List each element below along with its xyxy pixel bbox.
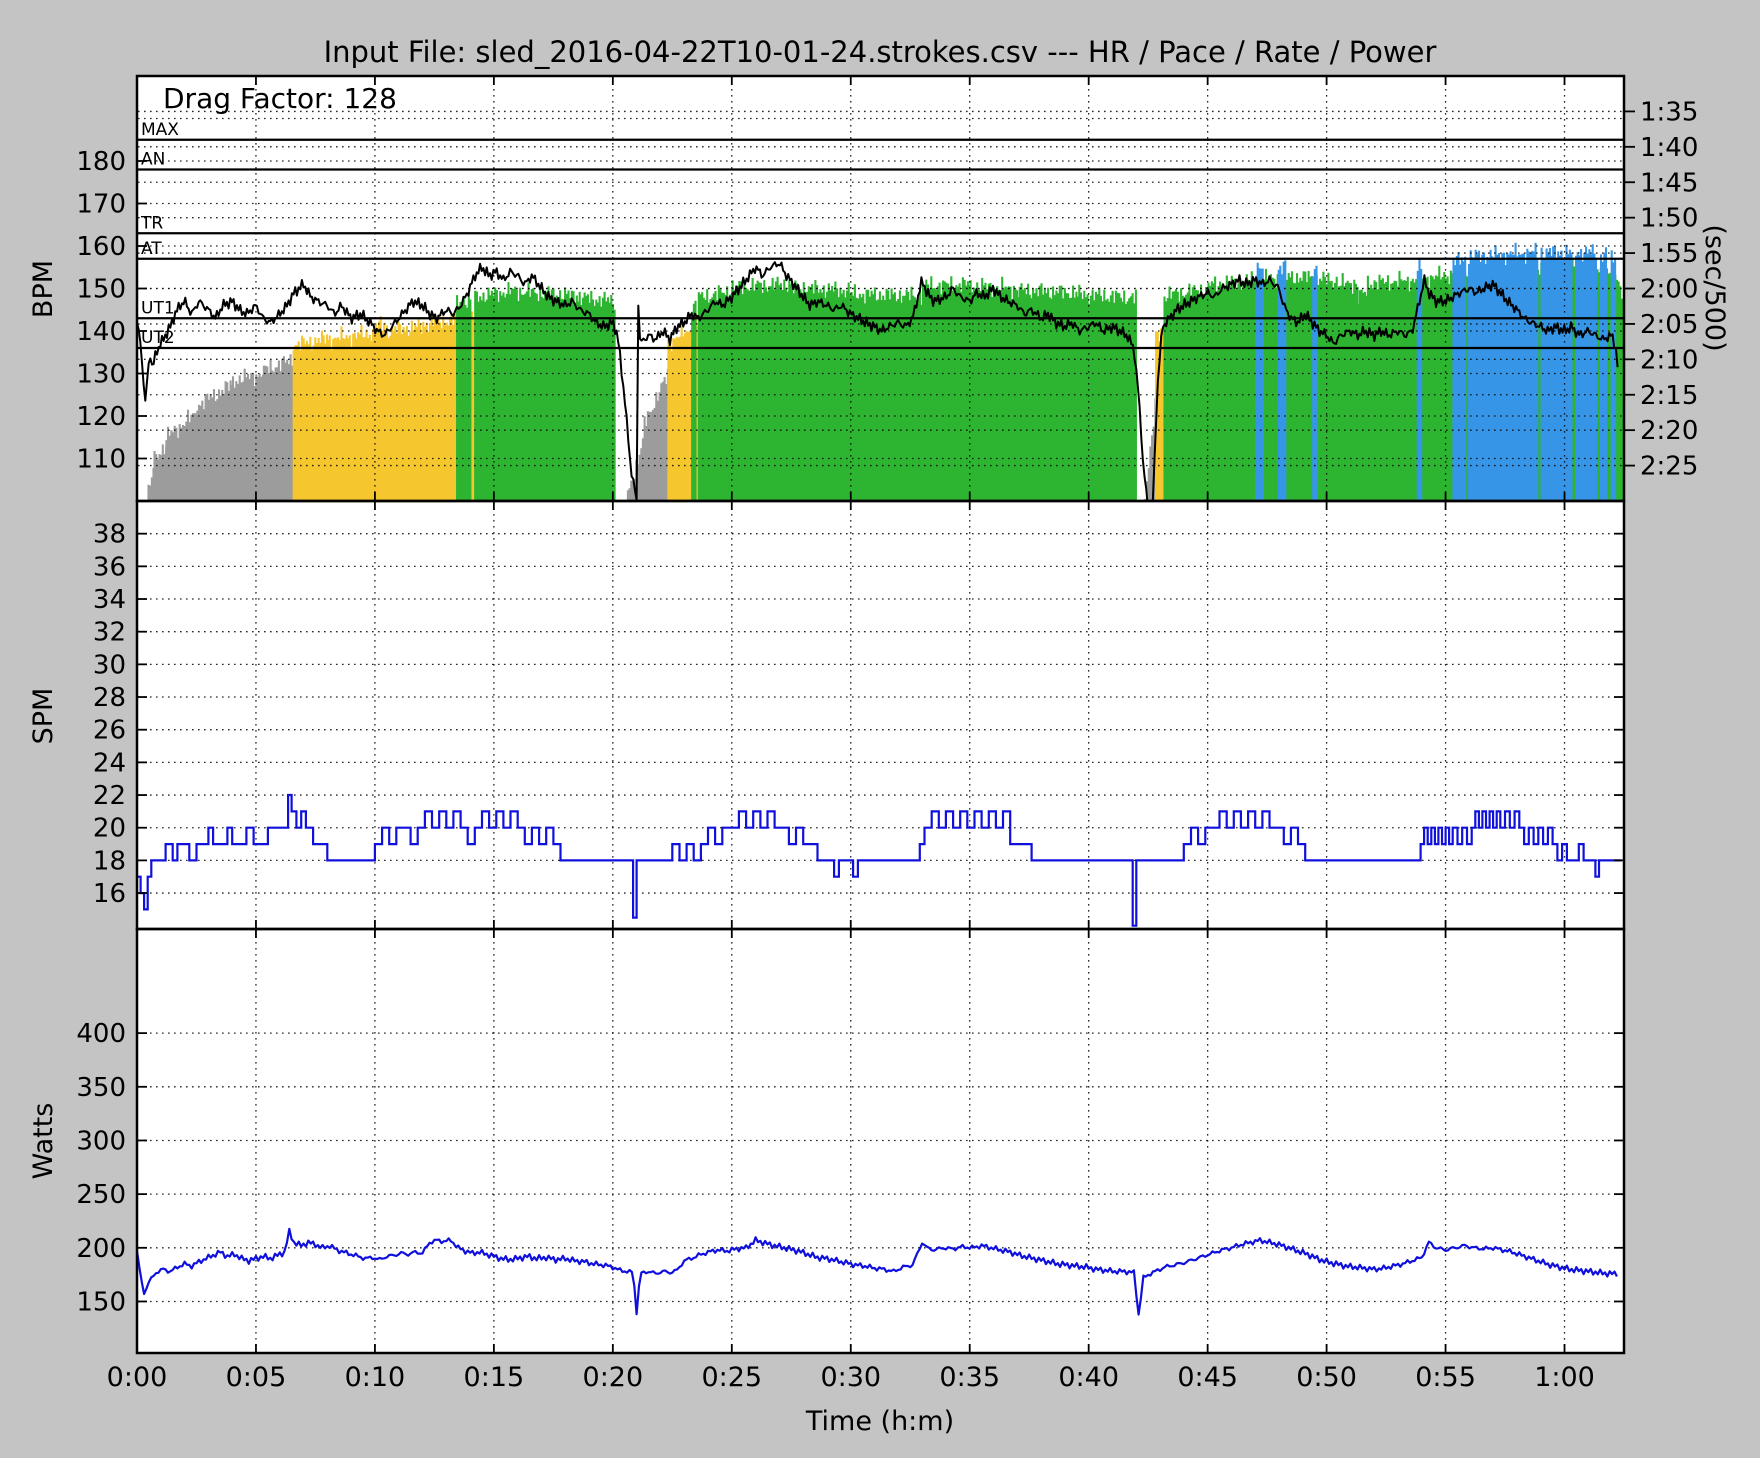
pace-tick-label: 2:15 — [1640, 381, 1698, 411]
spm-tick-label: 24 — [93, 748, 126, 778]
pace-tick-label: 2:25 — [1640, 452, 1698, 482]
pace-tick-label: 1:40 — [1640, 133, 1698, 163]
bpm-tick-label: 180 — [76, 147, 126, 177]
zone-label-tr: TR — [140, 213, 163, 233]
time-axis-title: Time (h:m) — [805, 1406, 954, 1437]
time-tick-label: 0:25 — [701, 1362, 762, 1393]
pace-tick-label: 1:35 — [1640, 97, 1698, 127]
time-tick-label: 0:20 — [583, 1362, 644, 1393]
bpm-tick-label: 140 — [76, 317, 126, 347]
spm-tick-label: 30 — [93, 650, 126, 680]
watts-tick-label: 150 — [76, 1287, 126, 1317]
spm-tick-label: 20 — [93, 814, 126, 844]
spm-tick-label: 26 — [93, 716, 126, 746]
rowing-workout-figure: MAXANTRATUT1UT21101201301401501601701801… — [28, 35, 1730, 1437]
time-tick-label: 0:40 — [1058, 1362, 1119, 1393]
time-tick-label: 0:10 — [345, 1362, 406, 1393]
spm-tick-label: 22 — [93, 781, 126, 811]
bpm-tick-label: 150 — [76, 275, 126, 305]
time-tick-label: 0:45 — [1177, 1362, 1238, 1393]
pace-tick-label: 1:50 — [1640, 204, 1698, 234]
bpm-axis-title: BPM — [28, 260, 59, 318]
spm-axis-title: SPM — [28, 688, 59, 745]
watts-tick-label: 350 — [76, 1073, 126, 1103]
time-tick-label: 1:00 — [1534, 1362, 1595, 1393]
time-tick-label: 0:30 — [820, 1362, 881, 1393]
time-tick-label: 0:15 — [464, 1362, 525, 1393]
watts-tick-label: 250 — [76, 1180, 126, 1210]
bpm-tick-label: 160 — [76, 232, 126, 262]
pace-tick-label: 2:10 — [1640, 345, 1698, 375]
time-tick-label: 0:05 — [226, 1362, 287, 1393]
pace-axis-title: (sec/500) — [1699, 224, 1730, 351]
bpm-tick-label: 130 — [76, 360, 126, 390]
spm-tick-label: 28 — [93, 683, 126, 713]
drag-factor-annotation: Drag Factor: 128 — [163, 82, 397, 115]
spm-tick-label: 38 — [93, 520, 126, 550]
spm-tick-label: 36 — [93, 552, 126, 582]
time-tick-label: 0:35 — [939, 1362, 1000, 1393]
zone-label-ut1: UT1 — [141, 298, 175, 318]
spm-tick-label: 18 — [93, 846, 126, 876]
bpm-tick-label: 170 — [76, 190, 126, 220]
watts-tick-label: 300 — [76, 1126, 126, 1156]
spm-tick-label: 16 — [93, 879, 126, 909]
watts-axis-title: Watts — [28, 1103, 59, 1180]
charts-root: MAXANTRATUT1UT21101201301401501601701801… — [76, 74, 1698, 1393]
pace-tick-label: 1:55 — [1640, 239, 1698, 269]
watts-tick-label: 200 — [76, 1234, 126, 1264]
pace-tick-label: 1:45 — [1640, 168, 1698, 198]
zone-label-at: AT — [141, 239, 162, 259]
watts-tick-label: 400 — [76, 1019, 126, 1049]
zone-label-max: MAX — [141, 120, 179, 140]
zone-label-an: AN — [141, 150, 165, 170]
spm-plot-bg — [137, 501, 1624, 929]
figure-title: Input File: sled_2016-04-22T10-01-24.str… — [324, 35, 1437, 69]
pace-tick-label: 2:05 — [1640, 310, 1698, 340]
spm-tick-label: 32 — [93, 618, 126, 648]
figure: MAX AN TR AT UT1 UT2 110 120 130 140 150 160 170 180 1… — [0, 0, 1760, 1458]
pace-tick-label: 2:00 — [1640, 275, 1698, 305]
spm-tick-label: 34 — [93, 585, 126, 615]
bpm-tick-label: 120 — [76, 402, 126, 432]
time-tick-label: 0:00 — [107, 1362, 168, 1393]
pace-tick-label: 2:20 — [1640, 416, 1698, 446]
time-tick-label: 0:50 — [1296, 1362, 1357, 1393]
time-tick-label: 0:55 — [1415, 1362, 1476, 1393]
bpm-tick-label: 110 — [76, 445, 126, 475]
